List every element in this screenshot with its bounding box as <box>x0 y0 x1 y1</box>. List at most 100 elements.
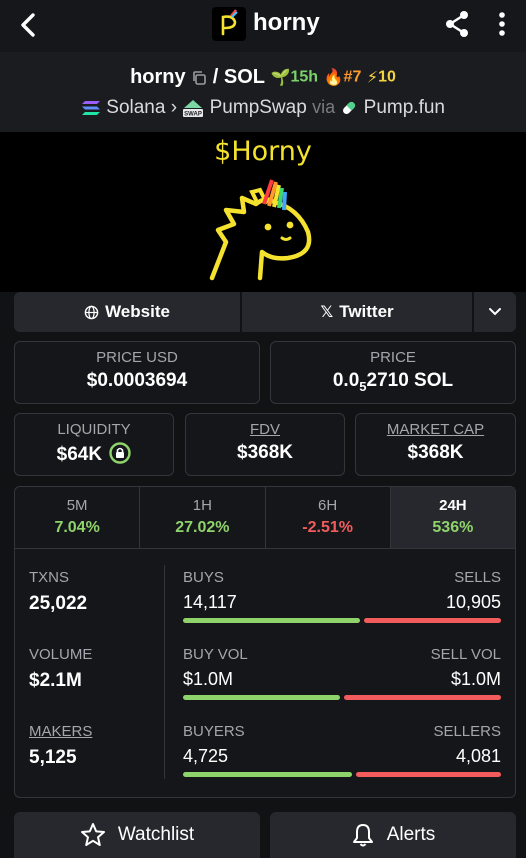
market-cap-card[interactable]: MARKET CAP $368K <box>355 413 516 476</box>
share-icon[interactable] <box>442 9 472 39</box>
x-logo-icon: 𝕏 <box>320 304 334 321</box>
pair-line: horny / SOL 🌱15h 🔥#7 ⚡10 <box>0 66 526 89</box>
more-options-icon[interactable] <box>492 9 512 39</box>
quote-token: SOL <box>223 66 265 89</box>
seedling-icon: 🌱 <box>270 69 291 87</box>
price-native-value: 0.052710 SOL <box>332 370 454 394</box>
sells-bar <box>364 618 501 623</box>
pumpswap-icon: SWAP <box>183 99 204 117</box>
buys-value: 14,117 <box>183 592 237 612</box>
boost-count: 10 <box>378 68 396 86</box>
pill-icon <box>343 101 356 114</box>
buy-vol-bar <box>183 695 340 700</box>
buyers-bar <box>183 772 352 777</box>
buy-vol-value: $1.0M <box>183 669 234 689</box>
tab-5m[interactable]: 5M 7.04% <box>15 487 141 548</box>
price-native-label: PRICE <box>370 349 416 366</box>
sells-label: SELLS <box>454 569 501 586</box>
buy-vol-label: BUY VOL <box>183 646 248 663</box>
txns-label: TXNS <box>29 569 70 586</box>
market-cap-label[interactable]: MARKET CAP <box>356 421 515 438</box>
back-arrow-icon[interactable] <box>14 10 44 40</box>
price-usd-value: $0.0003694 <box>86 370 188 391</box>
txns-row: TXNS 25,022 BUYS SELLS 14,117 10,905 <box>15 569 515 629</box>
website-button[interactable]: Website <box>14 292 240 332</box>
social-links: Website 𝕏 Twitter <box>14 292 516 332</box>
tab-24h[interactable]: 24H 536% <box>390 487 515 548</box>
timeframe-tabs: 5M 7.04% 1H 27.02% 6H -2.51% 24H 536% <box>15 487 515 549</box>
top-bar: horny <box>0 0 526 52</box>
flame-icon: 🔥 <box>323 69 344 87</box>
base-token: horny <box>130 66 186 89</box>
sell-vol-bar <box>344 695 501 700</box>
lock-icon[interactable] <box>109 442 132 464</box>
fdv-card[interactable]: FDV $368K <box>185 413 345 476</box>
twitter-label: Twitter <box>339 302 394 321</box>
fdv-label[interactable]: FDV <box>186 421 344 438</box>
globe-icon <box>84 305 99 319</box>
alerts-label: Alerts <box>386 824 436 845</box>
volume-value: $2.1M <box>29 670 82 691</box>
makers-label[interactable]: MAKERS <box>29 723 92 740</box>
pair-age: 15h <box>290 68 319 86</box>
liquidity-card: LIQUIDITY $64K <box>14 413 174 476</box>
change-6h: -2.51% <box>302 519 353 536</box>
pair-header: horny / SOL 🌱15h 🔥#7 ⚡10 Solana › SWAP P… <box>0 52 526 132</box>
txns-value: 25,022 <box>29 593 88 614</box>
via-label: via <box>312 97 336 117</box>
dex-badge-text: SWAP <box>185 111 203 117</box>
buys-bar <box>183 618 360 623</box>
fdv-value: $368K <box>237 442 293 463</box>
twitter-button[interactable]: 𝕏 Twitter <box>242 292 472 332</box>
sellers-label: SELLERS <box>433 723 501 740</box>
stats-panel: 5M 7.04% 1H 27.02% 6H -2.51% 24H 536% TX… <box>14 486 516 798</box>
price-usd-label: PRICE USD <box>96 349 178 366</box>
market-cap-value: $368K <box>407 442 464 463</box>
sell-vol-label: SELL VOL <box>430 646 501 663</box>
liquidity-label: LIQUIDITY <box>57 421 131 438</box>
trending-rank: #7 <box>343 68 362 86</box>
tab-6h[interactable]: 6H -2.51% <box>266 487 391 548</box>
makers-row: MAKERS 5,125 BUYERS SELLERS 4,725 4,081 <box>15 723 515 783</box>
more-links-button[interactable] <box>474 292 516 332</box>
token-logo <box>212 7 246 41</box>
solana-icon <box>82 100 100 115</box>
buys-label: BUYS <box>183 569 224 586</box>
watchlist-label: Watchlist <box>117 824 195 845</box>
token-banner: $Horny <box>0 132 526 292</box>
volume-label: VOLUME <box>29 646 93 663</box>
copy-icon[interactable] <box>191 70 207 86</box>
change-24h: 536% <box>432 519 474 536</box>
unicorn-logo-icon <box>221 9 238 36</box>
makers-value: 5,125 <box>29 747 77 768</box>
tab-1h[interactable]: 1H 27.02% <box>140 487 266 548</box>
dex-link[interactable]: PumpSwap <box>210 97 307 118</box>
bottom-actions: Watchlist Alerts <box>14 812 516 858</box>
sellers-bar <box>356 772 501 777</box>
sellers-value: 4,081 <box>455 746 501 766</box>
watchlist-button[interactable]: Watchlist <box>14 812 260 858</box>
website-label: Website <box>105 302 170 321</box>
price-native-card: PRICE 0.052710 SOL <box>270 341 516 404</box>
volume-row: VOLUME $2.1M BUY VOL SELL VOL $1.0M $1.0… <box>15 646 515 706</box>
chevron-down-icon <box>489 308 501 316</box>
unicorn-mascot-icon <box>209 179 312 281</box>
buyers-label: BUYERS <box>183 723 245 740</box>
pair-separator: / <box>212 66 219 89</box>
chain-link[interactable]: Solana <box>106 97 165 118</box>
dex-path: Solana › SWAP PumpSwap via Pump.fun <box>0 97 526 119</box>
banner-title: $Horny <box>214 136 312 167</box>
price-usd-card: PRICE USD $0.0003694 <box>14 341 260 404</box>
sells-value: 10,905 <box>445 592 501 612</box>
bell-icon <box>352 824 373 847</box>
change-1h: 27.02% <box>175 519 230 536</box>
launchpad-link[interactable]: Pump.fun <box>364 97 445 118</box>
alerts-button[interactable]: Alerts <box>270 812 516 858</box>
change-5m: 7.04% <box>54 519 100 536</box>
liquidity-value: $64K <box>15 442 173 466</box>
star-icon <box>80 823 105 846</box>
app-title: horny <box>253 9 320 36</box>
buyers-value: 4,725 <box>183 746 229 766</box>
chevron-right-icon: › <box>170 97 178 118</box>
sell-vol-value: $1.0M <box>450 669 501 689</box>
